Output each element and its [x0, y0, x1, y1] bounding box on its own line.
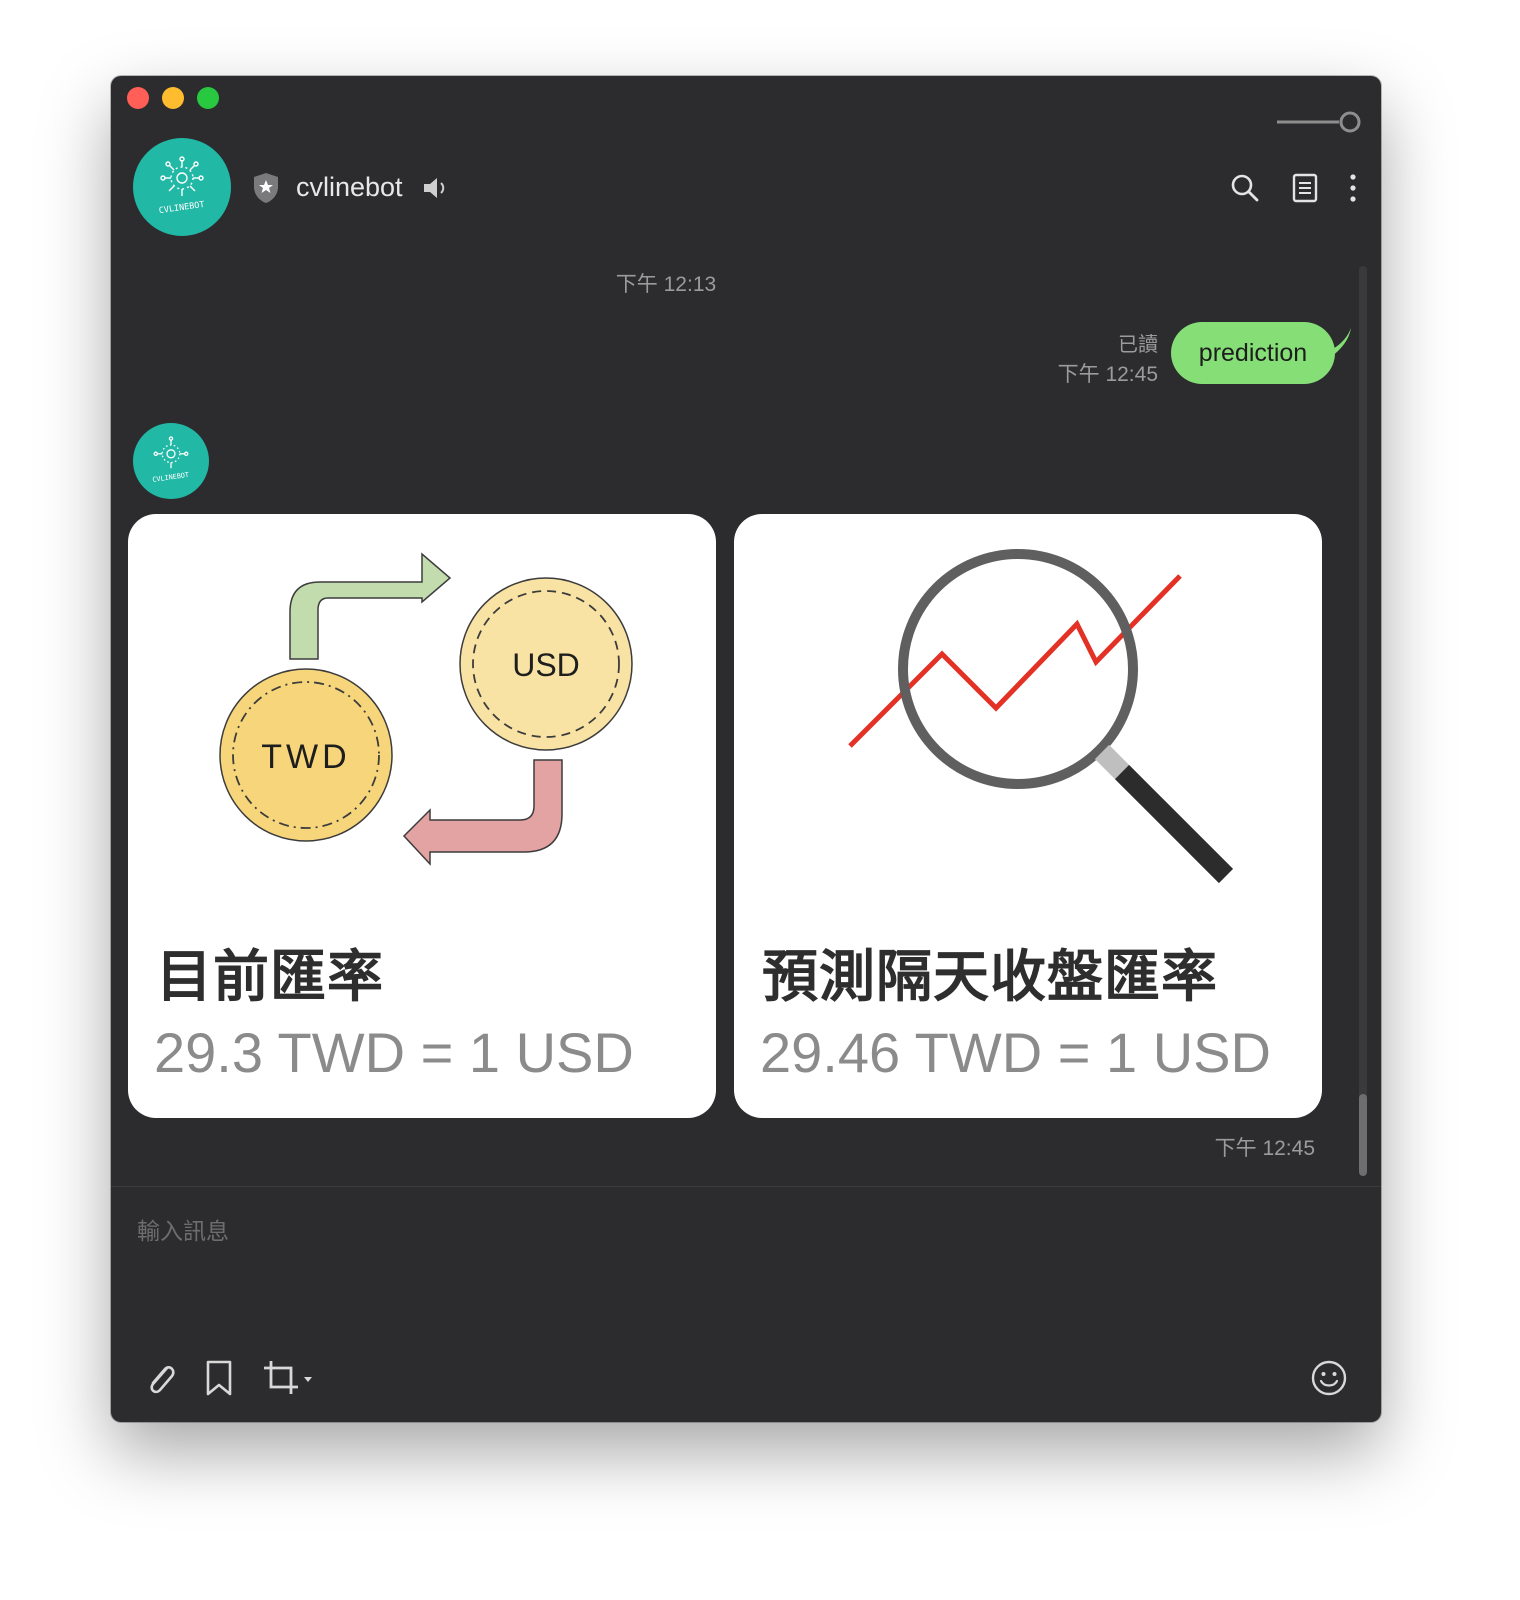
- received-timestamp: 下午 12:45: [1214, 1137, 1315, 1160]
- speaker-icon[interactable]: [422, 174, 448, 202]
- svg-text:CVLINEBOT: CVLINEBOT: [158, 200, 205, 216]
- magnifier-icon: [898, 549, 1234, 884]
- currency-exchange-illustration: TWD USD: [219, 552, 633, 866]
- maximize-window-button[interactable]: [197, 87, 219, 109]
- chat-window: CVLINEBOT cvlinebot 下午 12:13 已讀 下午 12:45…: [111, 76, 1381, 1422]
- shield-star-icon: [254, 173, 278, 203]
- robot-logo-icon: CVLINEBOT: [152, 436, 190, 484]
- prediction-card[interactable]: 預測隔天收盤匯率 29.46 TWD = 1 USD: [734, 514, 1322, 1118]
- date-separator: 下午 12:13: [615, 273, 717, 296]
- card-title: 目前匯率: [156, 945, 384, 1008]
- card-rate-value: 29.3 TWD = 1 USD: [154, 1021, 634, 1084]
- chevron-down-icon: [304, 1377, 312, 1382]
- message-input[interactable]: 輸入訊息: [137, 1212, 229, 1246]
- attach-icon[interactable]: [143, 1358, 179, 1398]
- trend-magnifier-illustration: [848, 549, 1234, 884]
- sent-timestamp: 下午 12:45: [1057, 363, 1158, 386]
- composer-divider: [111, 1186, 1381, 1187]
- search-icon[interactable]: [1229, 172, 1261, 204]
- notes-icon[interactable]: [1291, 172, 1319, 204]
- read-receipt: 已讀: [1118, 334, 1158, 356]
- pin-slider[interactable]: [1277, 110, 1363, 134]
- chat-name: cvlinebot: [296, 172, 403, 202]
- twd-coin-icon: TWD: [219, 668, 393, 842]
- card-title: 預測隔天收盤匯率: [762, 945, 1218, 1008]
- bot-avatar[interactable]: CVLINEBOT: [133, 423, 209, 499]
- svg-text:USD: USD: [512, 647, 580, 683]
- crop-icon[interactable]: [261, 1358, 319, 1398]
- emoji-icon[interactable]: [1309, 1358, 1349, 1398]
- red-arrow-icon: [402, 759, 563, 866]
- card-rate-value: 29.46 TWD = 1 USD: [760, 1021, 1271, 1084]
- usd-coin-icon: USD: [459, 577, 633, 751]
- bookmark-icon[interactable]: [203, 1358, 235, 1398]
- current-rate-card[interactable]: TWD USD 目前匯率 29.3 TWD = 1 USD: [128, 514, 716, 1118]
- more-icon[interactable]: [1343, 172, 1363, 206]
- svg-text:TWD: TWD: [261, 738, 350, 776]
- robot-logo-icon: CVLINEBOT: [158, 156, 205, 216]
- scrollbar-thumb[interactable]: [1359, 1094, 1367, 1176]
- svg-text:CVLINEBOT: CVLINEBOT: [152, 471, 190, 484]
- green-arrow-icon: [289, 552, 452, 660]
- chat-avatar[interactable]: CVLINEBOT: [133, 138, 231, 236]
- minimize-window-button[interactable]: [162, 87, 184, 109]
- close-window-button[interactable]: [127, 87, 149, 109]
- sent-message-bubble[interactable]: prediction: [1171, 322, 1335, 384]
- scrollbar-track[interactable]: [1359, 266, 1367, 1176]
